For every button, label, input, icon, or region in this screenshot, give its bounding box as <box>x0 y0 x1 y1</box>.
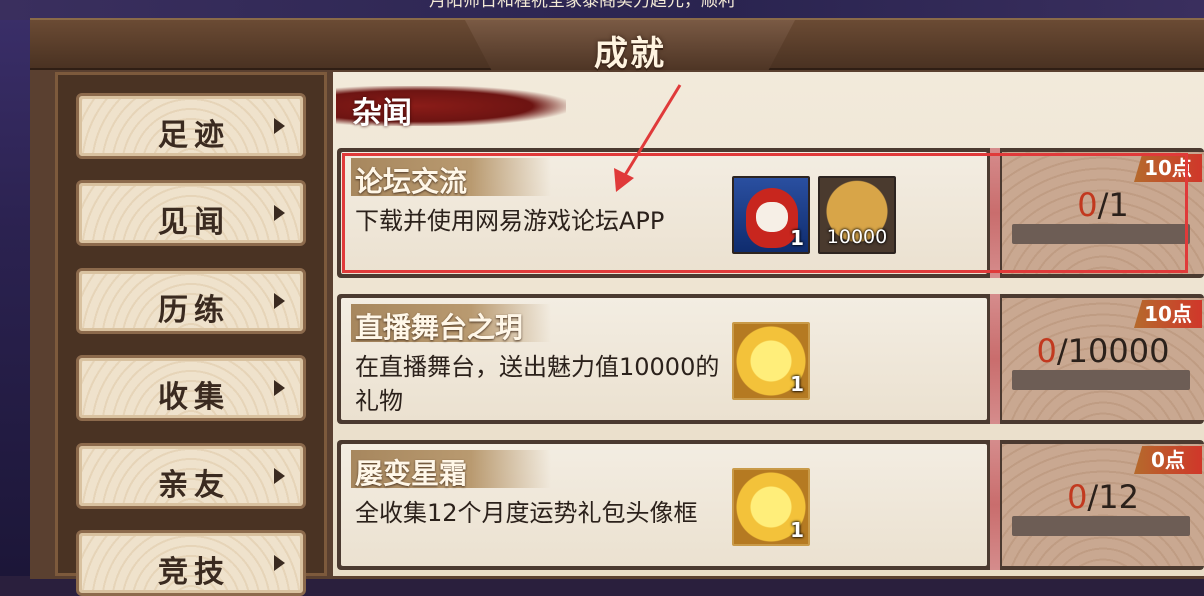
progress-panel: 0点 0/12 <box>1002 444 1204 566</box>
progress-panel: 10点 0/10000 <box>1002 298 1204 420</box>
reward-qty: 10000 <box>826 226 888 248</box>
arrow-right-icon <box>274 380 285 396</box>
reward-avatar-frame-icon[interactable]: 1 <box>732 468 810 546</box>
progress-total: /10000 <box>1056 332 1170 370</box>
arrow-right-icon <box>274 555 285 571</box>
arrow-right-icon <box>274 468 285 484</box>
achievement-desc: 在直播舞台，送出魅力值10000的礼物 <box>355 353 720 415</box>
reward-gold-coin-icon[interactable]: 10000 <box>818 176 896 254</box>
progress-text: 0/1 <box>1002 186 1204 224</box>
progress-current: 0 <box>1036 332 1057 370</box>
annotation-arrow-icon <box>614 84 682 192</box>
ticker-text: 月阳师日和程祝全家泰阁实力趋元，顺利 <box>429 0 735 11</box>
progress-bar <box>1012 370 1190 390</box>
card-divider <box>990 440 1000 570</box>
reward-avatar-frame-icon[interactable]: 1 <box>732 322 810 400</box>
sidebar-item-knowledge[interactable]: 见闻 <box>76 180 306 246</box>
progress-bar <box>1012 516 1190 536</box>
reward-daruma-icon[interactable]: 1 <box>732 176 810 254</box>
card-divider <box>990 148 1000 278</box>
arrow-right-icon <box>274 118 285 134</box>
progress-panel: 10点 0/1 <box>1002 152 1204 274</box>
achievement-card: 直播舞台之玥 在直播舞台，送出魅力值10000的礼物 1 10点 0/10000 <box>337 294 1204 424</box>
reward-qty: 1 <box>790 372 804 396</box>
sidebar-item-friends[interactable]: 亲友 <box>76 443 306 509</box>
points-badge: 0点 <box>1134 446 1202 474</box>
category-sidebar: 足迹 见闻 历练 收集 亲友 竞技 <box>55 72 327 596</box>
achievement-name: 屡变星霜 <box>355 457 468 490</box>
points-badge: 10点 <box>1134 154 1202 182</box>
achievement-info: 屡变星霜 全收集12个月度运势礼包头像框 1 <box>341 444 987 566</box>
achievement-card: 屡变星霜 全收集12个月度运势礼包头像框 1 0点 0/12 <box>337 440 1204 570</box>
card-divider <box>990 294 1000 424</box>
sidebar-item-footprint[interactable]: 足迹 <box>76 93 306 159</box>
arrow-right-icon <box>274 293 285 309</box>
progress-current: 0 <box>1067 478 1088 516</box>
sidebar-item-collection[interactable]: 收集 <box>76 355 306 421</box>
points-badge: 10点 <box>1134 300 1202 328</box>
sidebar-item-training[interactable]: 历练 <box>76 268 306 334</box>
progress-bar <box>1012 224 1190 244</box>
achievement-name: 直播舞台之玥 <box>355 311 524 344</box>
reward-qty: 1 <box>790 518 804 542</box>
progress-total: /1 <box>1097 186 1129 224</box>
progress-current: 0 <box>1077 186 1098 224</box>
reward-qty: 1 <box>790 226 804 250</box>
section-title: 杂闻 <box>352 96 412 131</box>
achievement-info: 直播舞台之玥 在直播舞台，送出魅力值10000的礼物 1 <box>341 298 987 420</box>
page-title: 成就 <box>594 34 666 74</box>
progress-text: 0/10000 <box>1002 332 1204 370</box>
progress-total: /12 <box>1087 478 1139 516</box>
announcement-ticker: 月阳师日和程祝全家泰阁实力趋元，顺利 <box>0 0 1204 20</box>
achievement-desc: 全收集12个月度运势礼包头像框 <box>355 499 698 527</box>
arrow-right-icon <box>274 205 285 221</box>
achievement-desc: 下载并使用网易游戏论坛APP <box>355 207 665 235</box>
achievement-card: 论坛交流 下载并使用网易游戏论坛APP 1 10000 10点 0/1 <box>337 148 1204 278</box>
achievement-name: 论坛交流 <box>355 165 468 198</box>
progress-text: 0/12 <box>1002 478 1204 516</box>
sidebar-item-arena[interactable]: 竞技 <box>76 530 306 596</box>
